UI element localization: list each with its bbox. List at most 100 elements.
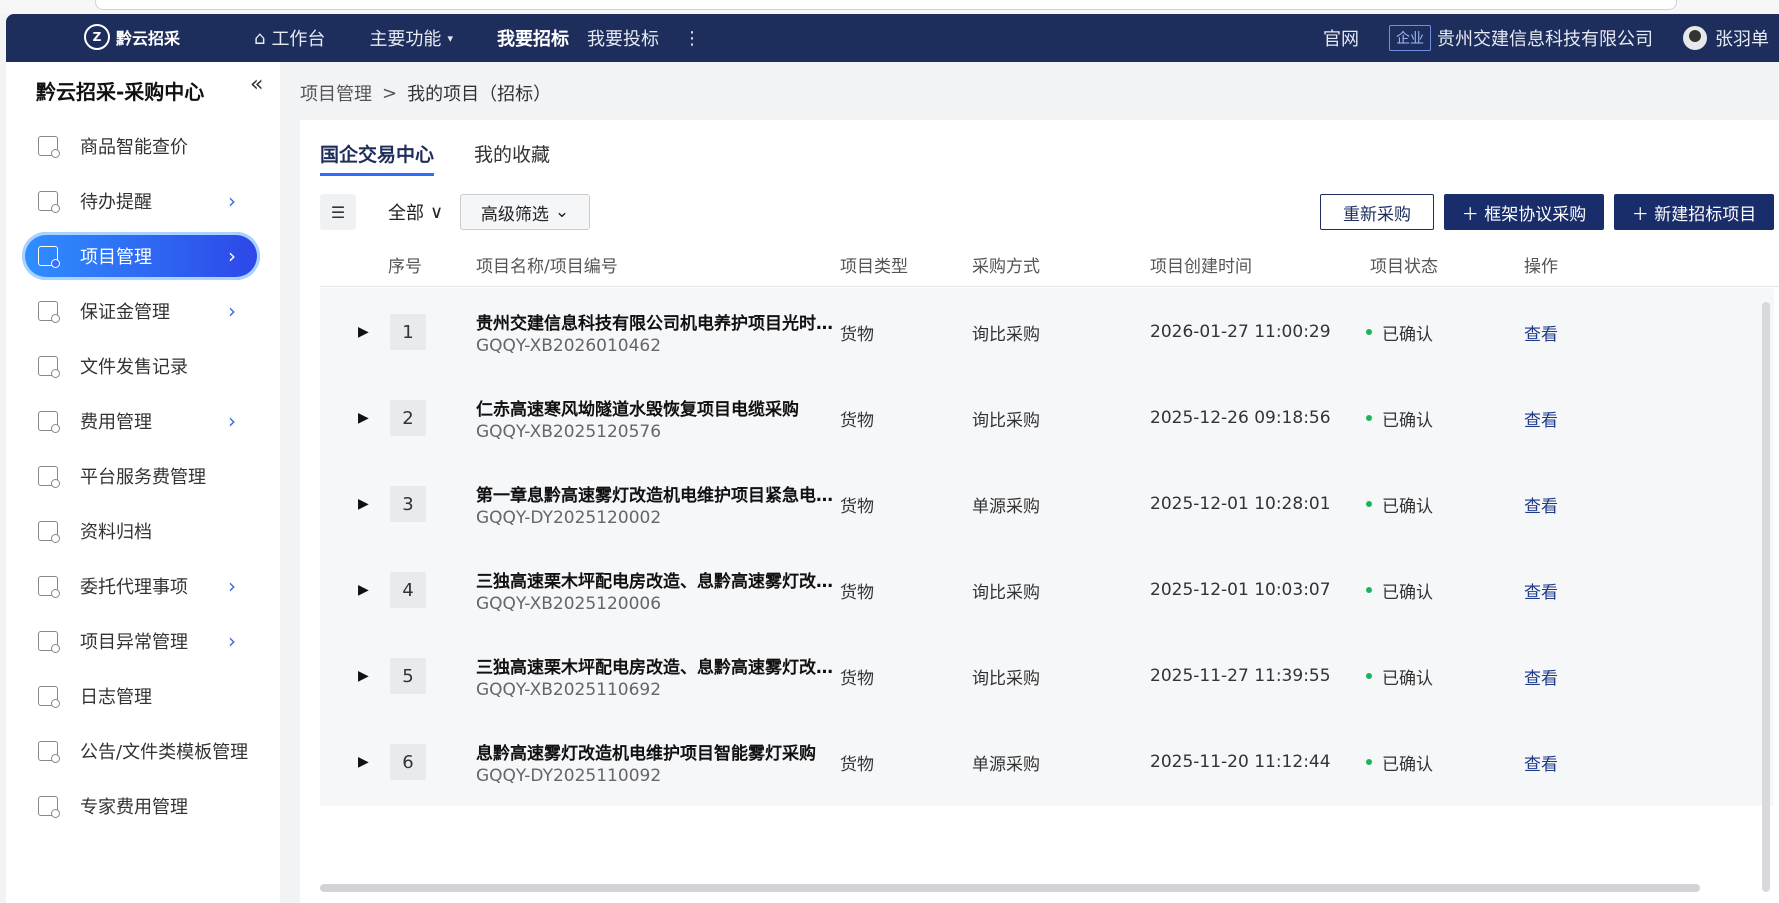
project-name: 贵州交建信息科技有限公司机电养护项目光时… xyxy=(476,314,833,334)
status-badge: 已确认 xyxy=(1366,374,1433,462)
top-navbar: Z 黔云招采 ⌂ 工作台 主要功能 ▾ 我要招标 我要投标 ⋮ 官网 企业 贵州… xyxy=(6,14,1779,62)
table-row[interactable]: ▶ 4 三独高速栗木坪配电房改造、息黔高速雾灯改… GQQY-XB2025120… xyxy=(320,546,1774,634)
sidebar-item-templates[interactable]: 公告/文件类模板管理 xyxy=(6,723,280,778)
company-name[interactable]: 贵州交建信息科技有限公司 xyxy=(1437,25,1653,51)
chevron-right-icon: › xyxy=(228,628,236,653)
nav-bid[interactable]: 我要投标 xyxy=(587,25,659,51)
sidebar-item-deposit[interactable]: 保证金管理 › xyxy=(6,283,280,338)
status-dot-icon xyxy=(1366,587,1372,593)
view-link[interactable]: 查看 xyxy=(1524,718,1558,806)
tabs: 国企交易中心 我的收藏 xyxy=(320,140,590,176)
status-dot-icon xyxy=(1366,501,1372,507)
document-icon xyxy=(38,685,60,708)
sidebar-item-delegation[interactable]: 委托代理事项 › xyxy=(6,558,280,613)
table-row[interactable]: ▶ 6 息黔高速雾灯改造机电维护项目智能雾灯采购 GQQY-DY20251100… xyxy=(320,718,1774,806)
sidebar-item-expert-fees[interactable]: 专家费用管理 xyxy=(6,778,280,833)
purchase-method: 询比采购 xyxy=(972,410,1040,431)
project-code: GQQY-DY2025120002 xyxy=(476,508,662,528)
table-row[interactable]: ▶ 2 仁赤高速寒风坳隧道水毁恢复项目电缆采购 GQQY-XB202512057… xyxy=(320,374,1774,462)
expand-icon[interactable]: ▶ xyxy=(358,374,369,462)
view-link[interactable]: 查看 xyxy=(1524,288,1558,376)
avatar xyxy=(1683,26,1707,50)
logo[interactable]: Z 黔云招采 xyxy=(84,24,180,50)
document-icon xyxy=(38,135,60,158)
tab-state-enterprise[interactable]: 国企交易中心 xyxy=(320,140,435,176)
logo-text: 黔云招采 xyxy=(116,29,181,48)
caret-down-icon: ▾ xyxy=(447,31,453,45)
collapse-icon[interactable]: « xyxy=(250,72,263,97)
breadcrumb-root[interactable]: 项目管理 xyxy=(300,80,372,106)
all-filter-select[interactable]: 全部 ∨ xyxy=(388,194,443,230)
purchase-method: 询比采购 xyxy=(972,324,1040,345)
project-code: GQQY-XB2025120006 xyxy=(476,594,662,614)
project-code: GQQY-XB2026010462 xyxy=(476,336,662,356)
project-name: 仁赤高速寒风坳隧道水毁恢复项目电缆采购 xyxy=(476,400,799,420)
expand-icon[interactable]: ▶ xyxy=(358,546,369,634)
project-type: 货物 xyxy=(840,410,874,431)
nav-workbench[interactable]: ⌂ 工作台 xyxy=(254,25,325,51)
document-icon xyxy=(38,575,60,598)
vertical-scrollbar[interactable] xyxy=(1762,302,1770,892)
expand-icon[interactable]: ▶ xyxy=(358,460,369,548)
sidebar-item-logs[interactable]: 日志管理 xyxy=(6,668,280,723)
table-row[interactable]: ▶ 3 第一章息黔高速雾灯改造机电维护项目紧急电… GQQY-DY2025120… xyxy=(320,460,1774,548)
project-type: 货物 xyxy=(840,496,874,517)
clipboard-icon xyxy=(38,520,60,543)
document-icon xyxy=(38,245,60,268)
row-index: 5 xyxy=(390,658,426,694)
address-bar[interactable] xyxy=(95,0,1677,10)
top-right: 官网 企业 贵州交建信息科技有限公司 张羽单 xyxy=(1323,14,1779,62)
project-type: 货物 xyxy=(840,324,874,345)
chevron-right-icon: › xyxy=(228,188,236,213)
view-link[interactable]: 查看 xyxy=(1524,460,1558,548)
row-index: 6 xyxy=(390,744,426,780)
official-site-link[interactable]: 官网 xyxy=(1323,25,1359,51)
sidebar-item-file-sales[interactable]: 文件发售记录 xyxy=(6,338,280,393)
chevron-right-icon: › xyxy=(228,573,236,598)
sidebar-item-archive[interactable]: 资料归档 xyxy=(6,503,280,558)
status-badge: 已确认 xyxy=(1366,288,1433,376)
col-type: 项目类型 xyxy=(840,256,908,277)
sidebar-item-exceptions[interactable]: 项目异常管理 › xyxy=(6,613,280,668)
framework-purchase-button[interactable]: ＋ 框架协议采购 xyxy=(1444,194,1604,230)
breadcrumb-separator: > xyxy=(382,82,398,104)
tab-favorites[interactable]: 我的收藏 xyxy=(474,140,550,176)
sidebar-item-todo[interactable]: 待办提醒 › xyxy=(6,173,280,228)
bookmark-icon xyxy=(38,740,60,763)
purchase-method: 询比采购 xyxy=(972,582,1040,603)
table-row[interactable]: ▶ 5 三独高速栗木坪配电房改造、息黔高速雾灯改… GQQY-XB2025110… xyxy=(320,632,1774,720)
user-menu[interactable]: 张羽单 xyxy=(1683,25,1769,51)
new-tender-button[interactable]: ＋ 新建招标项目 xyxy=(1614,194,1774,230)
expand-icon[interactable]: ▶ xyxy=(358,718,369,806)
status-dot-icon xyxy=(1366,759,1372,765)
sidebar-item-fees[interactable]: 费用管理 › xyxy=(6,393,280,448)
status-badge: 已确认 xyxy=(1366,718,1433,806)
list-view-icon[interactable]: ☰ xyxy=(320,194,356,230)
sidebar-item-service-fees[interactable]: 平台服务费管理 xyxy=(6,448,280,503)
view-link[interactable]: 查看 xyxy=(1524,546,1558,634)
sidebar-title: 黔云招采-采购中心 xyxy=(36,80,205,104)
home-icon: ⌂ xyxy=(254,27,266,49)
status-dot-icon xyxy=(1366,673,1372,679)
nav-main-functions[interactable]: 主要功能 ▾ xyxy=(369,25,453,51)
col-action: 操作 xyxy=(1524,256,1558,277)
project-name: 三独高速栗木坪配电房改造、息黔高速雾灯改… xyxy=(476,572,833,592)
more-icon[interactable]: ⋮ xyxy=(683,28,701,49)
expand-icon[interactable]: ▶ xyxy=(358,632,369,720)
document-icon xyxy=(38,630,60,653)
sidebar-item-project-management[interactable]: 项目管理 › xyxy=(6,228,280,283)
row-index: 3 xyxy=(390,486,426,522)
chevron-right-icon: › xyxy=(228,408,236,433)
view-link[interactable]: 查看 xyxy=(1524,374,1558,462)
expand-icon[interactable]: ▶ xyxy=(358,288,369,376)
sidebar-item-price-check[interactable]: 商品智能查价 xyxy=(6,118,280,173)
advanced-filter-button[interactable]: 高级筛选 ⌄ xyxy=(460,194,590,230)
horizontal-scrollbar[interactable] xyxy=(320,884,1700,892)
nav-tender[interactable]: 我要招标 xyxy=(497,25,569,51)
repurchase-button[interactable]: 重新采购 xyxy=(1320,194,1434,230)
table-row[interactable]: ▶ 1 贵州交建信息科技有限公司机电养护项目光时… GQQY-XB2026010… xyxy=(320,288,1774,376)
created-time: 2025-11-27 11:39:55 xyxy=(1150,666,1331,686)
col-name: 项目名称/项目编号 xyxy=(476,256,618,277)
status-dot-icon xyxy=(1366,329,1372,335)
view-link[interactable]: 查看 xyxy=(1524,632,1558,720)
